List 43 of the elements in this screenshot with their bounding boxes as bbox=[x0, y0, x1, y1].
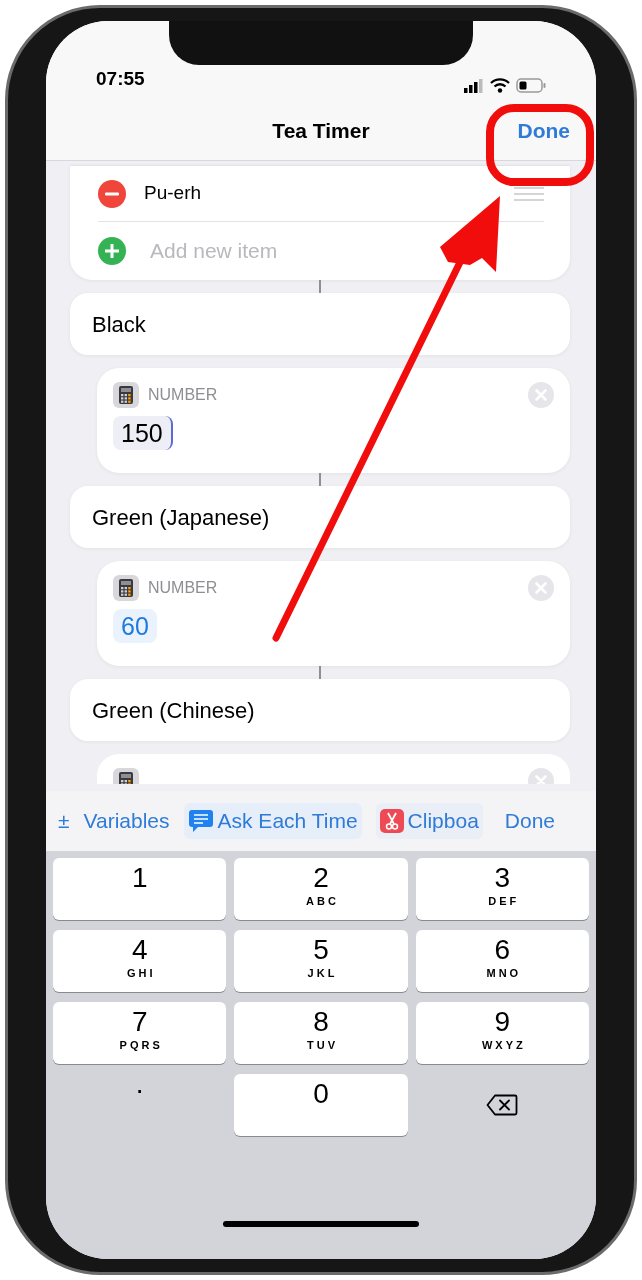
wifi-icon bbox=[490, 78, 510, 93]
backspace-icon[interactable] bbox=[486, 1094, 519, 1116]
remove-icon[interactable] bbox=[98, 179, 126, 208]
drag-handle-icon[interactable] bbox=[514, 186, 544, 201]
keypad-key[interactable]: 0 bbox=[234, 1074, 408, 1136]
calculator-icon bbox=[113, 382, 139, 408]
keypad-key[interactable]: 2 ABC bbox=[234, 858, 408, 920]
case-title: Black bbox=[92, 310, 146, 339]
keypad-key[interactable]: 4 GHI bbox=[53, 930, 227, 992]
case-title: Green (Japanese) bbox=[92, 503, 270, 532]
chat-bubble-icon bbox=[187, 808, 214, 834]
number-value[interactable]: 150 bbox=[113, 416, 173, 450]
nav-title: Tea Timer bbox=[272, 117, 370, 144]
keypad-key[interactable]: 9 WXYZ bbox=[415, 1002, 589, 1064]
signal-icon bbox=[464, 78, 484, 93]
new-item-field[interactable]: Add new item bbox=[150, 235, 310, 267]
action-label: NUMBER bbox=[148, 578, 218, 598]
clipboard-button[interactable]: Clipboa bbox=[375, 803, 483, 839]
list-item-text[interactable]: Pu-erh bbox=[144, 179, 202, 208]
calculator-icon bbox=[113, 575, 139, 601]
toolbar-button[interactable]: ± bbox=[58, 805, 70, 837]
keypad-key[interactable]: 5 JKL bbox=[234, 930, 408, 992]
menu-case-card[interactable]: Green (Chinese) bbox=[70, 679, 570, 741]
number-value[interactable]: 60 bbox=[113, 609, 157, 643]
keyboard-done-button[interactable]: Done bbox=[504, 805, 555, 837]
ask-each-time-button[interactable]: Ask Each Time bbox=[183, 803, 362, 839]
keypad-key[interactable]: 1 bbox=[53, 858, 227, 920]
toolbar-button[interactable]: Variables bbox=[83, 805, 170, 837]
clear-icon[interactable] bbox=[528, 575, 554, 601]
keypad-key[interactable]: 3 DEF bbox=[415, 858, 589, 920]
case-title: Green (Chinese) bbox=[92, 696, 255, 725]
keypad-key[interactable]: 8 TUV bbox=[234, 1002, 408, 1064]
battery-icon bbox=[516, 78, 546, 93]
menu-case-card[interactable]: Green (Japanese) bbox=[70, 486, 570, 548]
status-time: 07:55 bbox=[96, 66, 145, 91]
keypad-key[interactable]: 6 MNO bbox=[415, 930, 589, 992]
clear-icon[interactable] bbox=[528, 382, 554, 408]
action-label: NUMBER bbox=[148, 385, 218, 405]
scissors-icon bbox=[379, 809, 404, 833]
add-icon[interactable] bbox=[98, 237, 126, 265]
keypad-key[interactable]: 7 PQRS bbox=[53, 1002, 227, 1064]
done-button[interactable]: Done bbox=[517, 114, 570, 147]
menu-case-card[interactable]: Black bbox=[70, 293, 570, 355]
